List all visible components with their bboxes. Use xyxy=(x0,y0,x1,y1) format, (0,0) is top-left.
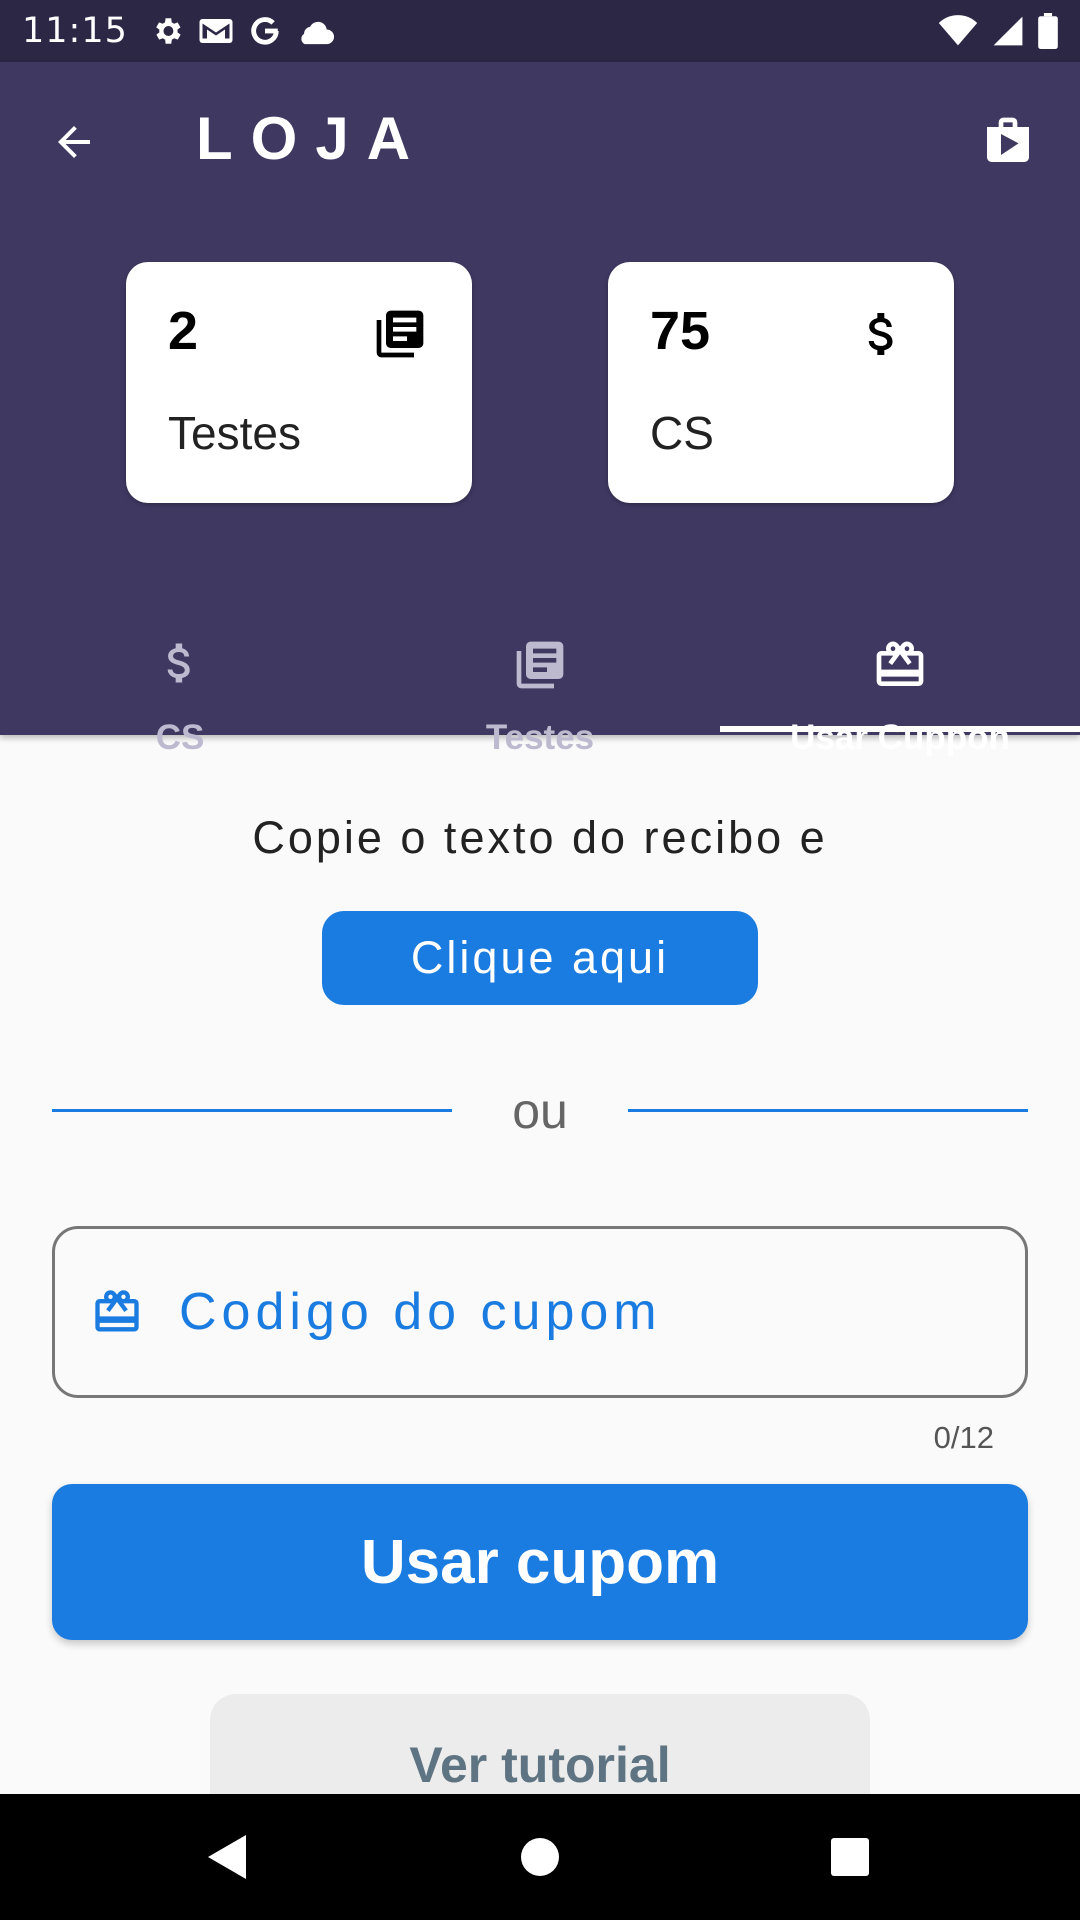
nav-recents-button[interactable] xyxy=(790,1794,910,1920)
play-store-icon xyxy=(987,117,1029,162)
back-button[interactable] xyxy=(42,110,106,174)
stat-card-testes: 2 Testes xyxy=(126,262,472,503)
status-time: 11:15 xyxy=(22,11,128,51)
home-circle-icon xyxy=(521,1838,559,1876)
nav-back-button[interactable] xyxy=(166,1794,286,1920)
stat-value: 2 xyxy=(168,301,199,361)
signal-icon xyxy=(993,16,1023,46)
tab-label: CS xyxy=(155,718,205,757)
tab-cs[interactable]: CS xyxy=(0,567,360,757)
redeem-icon xyxy=(720,637,1080,693)
tab-testes[interactable]: Testes xyxy=(360,567,720,757)
recents-square-icon xyxy=(831,1838,869,1876)
click-here-button[interactable]: Clique aqui xyxy=(322,911,758,1005)
tab-usar-cuppon[interactable]: Usar Cuppon xyxy=(720,567,1080,757)
status-icons-right xyxy=(938,13,1058,49)
stat-label: CS xyxy=(650,407,714,459)
gmail-icon xyxy=(199,19,233,43)
char-counter: 0/12 xyxy=(933,1420,994,1455)
battery-icon xyxy=(1038,13,1058,49)
screen: 11:15 LOJA 2 Testes 75 CS CS Testes Usar… xyxy=(0,0,1080,1920)
library-books-icon xyxy=(360,637,720,693)
tab-label: Testes xyxy=(485,718,595,757)
stat-label: Testes xyxy=(168,407,301,459)
divider-line-right xyxy=(628,1109,1028,1112)
tab-label: Usar Cuppon xyxy=(790,718,1010,757)
app-header: LOJA 2 Testes 75 CS CS Testes Usar Cuppo… xyxy=(0,62,1080,757)
nav-home-button[interactable] xyxy=(480,1794,600,1920)
tab-bar: CS Testes Usar Cuppon xyxy=(0,567,1080,757)
page-title: LOJA xyxy=(196,105,429,172)
use-coupon-button[interactable]: Usar cupom xyxy=(52,1484,1028,1640)
wifi-icon xyxy=(938,15,978,46)
cloud-icon xyxy=(301,21,334,45)
status-icons-left xyxy=(150,14,334,48)
status-bar: 11:15 xyxy=(0,0,1080,62)
dollar-icon xyxy=(0,637,360,689)
instruction-text: Copie o texto do recibo e xyxy=(252,812,828,863)
coupon-field[interactable] xyxy=(52,1226,1028,1398)
arrow-back-icon xyxy=(58,126,90,158)
stat-value: 75 xyxy=(650,301,711,361)
settings-icon xyxy=(156,18,181,44)
divider-text: ou xyxy=(512,1083,568,1139)
redeem-icon xyxy=(91,1286,143,1338)
navigation-bar xyxy=(0,1794,1080,1920)
divider-line-left xyxy=(52,1109,452,1112)
coupon-input[interactable] xyxy=(179,1282,979,1342)
active-tab-indicator xyxy=(720,726,1080,732)
back-triangle-icon xyxy=(208,1835,246,1879)
google-icon xyxy=(251,17,279,45)
store-button[interactable] xyxy=(976,106,1040,176)
dollar-icon xyxy=(854,306,910,367)
library-books-icon xyxy=(372,306,428,367)
stat-card-cs: 75 CS xyxy=(608,262,954,503)
